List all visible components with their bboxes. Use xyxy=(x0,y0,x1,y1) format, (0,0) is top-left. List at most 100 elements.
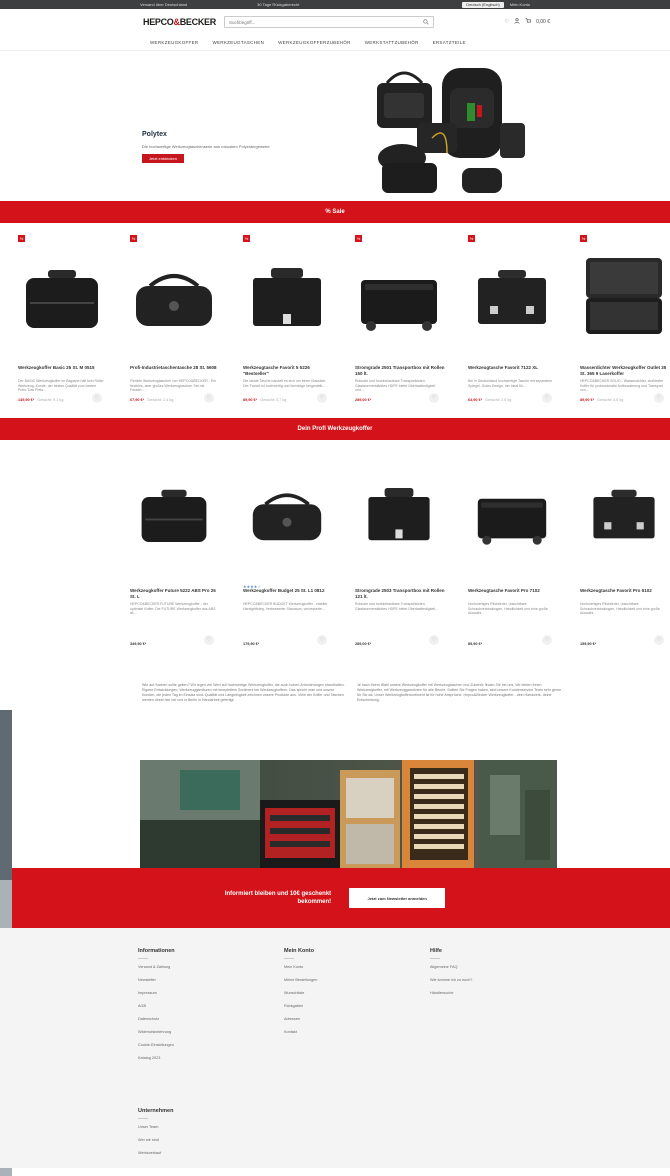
nav-item[interactable]: WERKZEUGTASCHEN xyxy=(212,40,264,45)
profi_products-card[interactable]: Werkzeugtasche Favorit Pro 7102 Hochwerti… xyxy=(460,440,560,646)
profi-banner[interactable]: Dein Profi Werkzeugkoffer xyxy=(0,418,670,440)
footer-link[interactable]: Händlersuche xyxy=(430,991,472,1004)
heart-icon[interactable]: ♡ xyxy=(92,393,102,403)
wishlist-icon[interactable]: ♡ xyxy=(505,19,509,25)
product-price: 179,90 €* xyxy=(243,642,259,646)
hero-cta-button[interactable]: Jetzt entdecken xyxy=(142,154,184,163)
footer-divider xyxy=(430,958,440,959)
profi_products-card[interactable]: Stromgrade 2503 Transportbox mit Rollen … xyxy=(347,440,447,646)
footer-link[interactable]: Cookie-Einstellungen xyxy=(138,1043,175,1056)
topbar-shipping-text: Versand über Deutschland xyxy=(140,2,188,7)
search-icon[interactable] xyxy=(423,18,429,26)
footer-link[interactable]: Widerrufsbelehrung xyxy=(138,1030,175,1043)
newsletter-signup-button[interactable]: Jetzt zum Newsletter anmelden xyxy=(349,888,446,908)
footer-link[interactable]: Mein Konto xyxy=(284,965,317,978)
product-name[interactable]: Werkzeugtasche Favorit Pro 5102 xyxy=(580,588,670,594)
product-name[interactable]: Profi-Industrietaschentasche 28 St. 5608 xyxy=(130,365,220,371)
heart-icon[interactable]: ♡ xyxy=(542,635,552,645)
product-image[interactable] xyxy=(130,248,218,348)
footer-link[interactable]: Meine Bestellungen xyxy=(284,978,317,991)
profi_products-card[interactable]: Werkzeugkoffer Future 5222 ABS Pro 25 St… xyxy=(122,440,222,646)
heart-icon[interactable]: ♡ xyxy=(654,635,664,645)
search-placeholder: Suchbegriff... xyxy=(228,19,256,25)
price-value: 64,90 €* xyxy=(468,398,483,402)
product-image[interactable] xyxy=(243,470,331,560)
nav-item[interactable]: WERKZEUGKOFFER xyxy=(150,40,198,45)
product-image[interactable] xyxy=(18,248,106,348)
footer-link[interactable]: Katalog 2023 xyxy=(138,1056,175,1069)
footer-link[interactable]: Versand & Zahlung xyxy=(138,965,175,978)
heart-icon[interactable]: ♡ xyxy=(429,635,439,645)
cart-icon[interactable] xyxy=(525,18,532,26)
footer-link[interactable]: Rückgaben xyxy=(284,1004,317,1017)
product-image[interactable] xyxy=(355,470,443,560)
product-image[interactable] xyxy=(468,470,556,560)
language-select[interactable]: Deutsch (Englisch) xyxy=(462,1,504,8)
heart-icon[interactable]: ♡ xyxy=(654,393,664,403)
product-name[interactable]: Werkzeugkoffer Budget 25 St. L1 0812 xyxy=(243,588,333,594)
search-input[interactable]: Suchbegriff... xyxy=(223,16,434,28)
heart-icon[interactable]: ♡ xyxy=(317,393,327,403)
footer-link[interactable]: AGB xyxy=(138,1004,175,1017)
seo-text-right: Je nach Ihrem Wahl unsere Werkzeugkoffer… xyxy=(357,683,562,702)
product-image[interactable] xyxy=(468,248,556,348)
heart-icon[interactable]: ♡ xyxy=(542,393,552,403)
price-unit: Gewicht: 4,6 kg xyxy=(597,398,624,402)
product-name[interactable]: Stromgrade 2501 Transportbox mit Rollen … xyxy=(355,365,445,376)
product-image[interactable] xyxy=(355,248,443,348)
footer-link[interactable]: Allgemeine FAQ xyxy=(430,965,472,978)
product-price: 89,90 €* Gewicht: 4,6 kg xyxy=(580,398,623,402)
product-name[interactable]: Werkzeugkoffer Future 5222 ABS Pro 25 St… xyxy=(130,588,220,599)
nav-item[interactable]: WERKZEUGKOFFERZUBEHÖR xyxy=(278,40,351,45)
footer-link[interactable]: Newsletter xyxy=(138,978,175,991)
sale_products-card[interactable]: % Wasserdichter Werkzeugkoffer Outlet 35 … xyxy=(572,223,670,418)
product-name[interactable]: Werkzeugtasche Favorit 5 5226 "Bestselle… xyxy=(243,365,333,376)
product-name[interactable]: Werkzeugkoffer Basic 25 St. M 0515 xyxy=(18,365,108,371)
footer-link[interactable]: Wunschliste xyxy=(284,991,317,1004)
nav-item[interactable]: WERKSTATTZUBEHÖR xyxy=(365,40,419,45)
heart-icon[interactable]: ♡ xyxy=(204,393,214,403)
footer-link[interactable]: Wer wir sind xyxy=(138,1138,173,1151)
user-icon[interactable] xyxy=(514,18,520,26)
product-description: Hochwertiges Rindsleder, unsichtbare Sch… xyxy=(468,602,548,615)
sale-banner[interactable]: % Sale xyxy=(0,201,670,223)
footer-link[interactable]: Impressum xyxy=(138,991,175,1004)
footer-divider xyxy=(138,1118,148,1119)
product-image[interactable] xyxy=(580,470,668,560)
sale_products-card[interactable]: % Stromgrade 2501 Transportbox mit Rollen… xyxy=(347,223,447,418)
heart-icon[interactable]: ♡ xyxy=(317,635,327,645)
product-description: HEPCO&BECKER FUTURE Werkzeugkoffer - der… xyxy=(130,602,216,615)
sale_products-card[interactable]: % Werkzeugkoffer Basic 25 St. M 0515 Der B… xyxy=(10,223,110,418)
cart-total[interactable]: 0,00 € xyxy=(536,19,550,25)
footer-link[interactable]: Werksverkauf xyxy=(138,1151,173,1164)
account-link[interactable]: Mein Konto xyxy=(510,2,530,7)
footer-link[interactable]: Wie komme ich zu euch? xyxy=(430,978,472,991)
heart-icon[interactable]: ♡ xyxy=(204,635,214,645)
workshop-banner xyxy=(0,760,670,868)
logo[interactable]: HEPCO&BECKER xyxy=(143,17,216,27)
heart-icon[interactable]: ♡ xyxy=(429,393,439,403)
profi_products-card[interactable]: ★★★★☆ Werkzeugkoffer Budget 25 St. L1 081… xyxy=(235,440,335,646)
footer-link[interactable]: Unser Team xyxy=(138,1125,173,1138)
footer-column: Unternehmen Unser Team Wer wir sind Werksve… xyxy=(138,1108,173,1164)
product-image[interactable] xyxy=(243,248,331,348)
sale_products-card[interactable]: % Profi-Industrietaschentasche 28 St. 560… xyxy=(122,223,222,418)
main-nav: WERKZEUGKOFFER WERKZEUGTASCHEN WERKZEUGKOF… xyxy=(0,35,670,51)
profi_products-card[interactable]: Werkzeugtasche Favorit Pro 5102 Hochwerti… xyxy=(572,440,670,646)
product-description: Hochwertiges Rindsleder, unsichtbare Sch… xyxy=(580,602,660,615)
sale_products-card[interactable]: % Werkzeugtasche Favorit 5 5226 "Bestsell… xyxy=(235,223,335,418)
footer-heading: Hilfe xyxy=(430,948,442,954)
product-image[interactable] xyxy=(580,248,668,348)
footer-link[interactable]: Adressen xyxy=(284,1017,317,1030)
footer-link[interactable]: Kontakt xyxy=(284,1030,317,1043)
product-name[interactable]: Stromgrade 2503 Transportbox mit Rollen … xyxy=(355,588,445,599)
footer-link[interactable]: Datenschutz xyxy=(138,1017,175,1030)
product-name[interactable]: Wasserdichter Werkzeugkoffer Outlet 35 S… xyxy=(580,365,670,376)
product-name[interactable]: Werkzeugtasche Favorit 7122 XL xyxy=(468,365,558,371)
product-name[interactable]: Werkzeugtasche Favorit Pro 7102 xyxy=(468,588,558,594)
price-unit: Gewicht: 2,6 kg xyxy=(485,398,512,402)
header: HEPCO&BECKER Suchbegriff... ♡ 0,00 € xyxy=(0,9,670,35)
sale_products-card[interactable]: % Werkzeugtasche Favorit 7122 XL Bei in De… xyxy=(460,223,560,418)
nav-item[interactable]: ERSATZTEILE xyxy=(433,40,466,45)
product-image[interactable] xyxy=(130,470,218,560)
